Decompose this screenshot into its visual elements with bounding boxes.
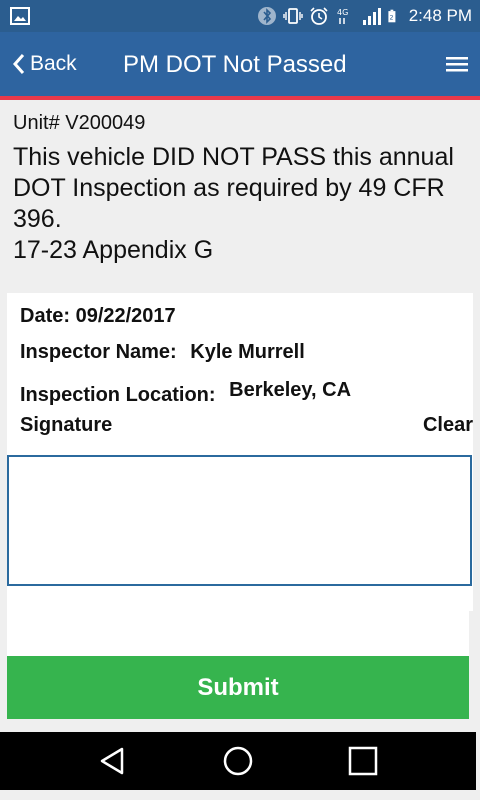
inspection-card: Date: 09/22/2017 Inspector Name: Kyle Mu… (7, 293, 473, 611)
svg-text:2: 2 (389, 15, 393, 22)
signal-icon (362, 8, 381, 25)
submit-button[interactable]: Submit (7, 656, 469, 719)
clear-signature-button[interactable]: Clear (423, 414, 473, 437)
signature-label: Signature (20, 414, 113, 436)
back-button-label: Back (30, 52, 77, 75)
location-row: Inspection Location: Berkeley, CA (20, 379, 352, 406)
chevron-left-icon (12, 54, 25, 74)
form-spacer (7, 611, 469, 656)
battery-icon: 2 (388, 9, 396, 23)
inspector-value: Kyle Murrell (190, 341, 305, 363)
recents-nav-icon[interactable] (346, 744, 380, 778)
unit-number: Unit# V200049 (13, 112, 146, 134)
vibrate-icon (282, 8, 303, 24)
image-icon (10, 7, 30, 25)
location-label: Inspection Location: (20, 384, 216, 406)
appendix-text: 17-23 Appendix G (13, 236, 214, 264)
page-title: PM DOT Not Passed (123, 51, 347, 78)
network-4g-icon: 4G (337, 8, 348, 24)
status-time: 2:48 PM (408, 6, 472, 25)
bluetooth-icon (257, 7, 276, 25)
back-button[interactable]: Back (12, 52, 77, 76)
signature-pad[interactable] (7, 455, 472, 586)
hamburger-menu-icon[interactable] (446, 54, 468, 74)
notice-text: This vehicle DID NOT PASS this annual DO… (13, 143, 454, 233)
back-nav-icon[interactable] (96, 744, 130, 778)
home-nav-icon[interactable] (221, 744, 255, 778)
alarm-icon (310, 7, 328, 25)
inspection-date: Date: 09/22/2017 (20, 305, 176, 327)
location-value: Berkeley, CA (229, 379, 352, 401)
android-nav-bar (0, 732, 476, 790)
inspection-notice: This vehicle DID NOT PASS this annual DO… (13, 142, 478, 266)
inspector-label: Inspector Name: (20, 341, 177, 363)
app-bar: Back PM DOT Not Passed (0, 32, 480, 100)
svg-text:4G: 4G (337, 8, 348, 17)
inspector-row: Inspector Name: Kyle Murrell (20, 341, 305, 364)
accent-line (0, 96, 480, 100)
status-bar: 4G 2 2:48 PM (0, 0, 480, 32)
